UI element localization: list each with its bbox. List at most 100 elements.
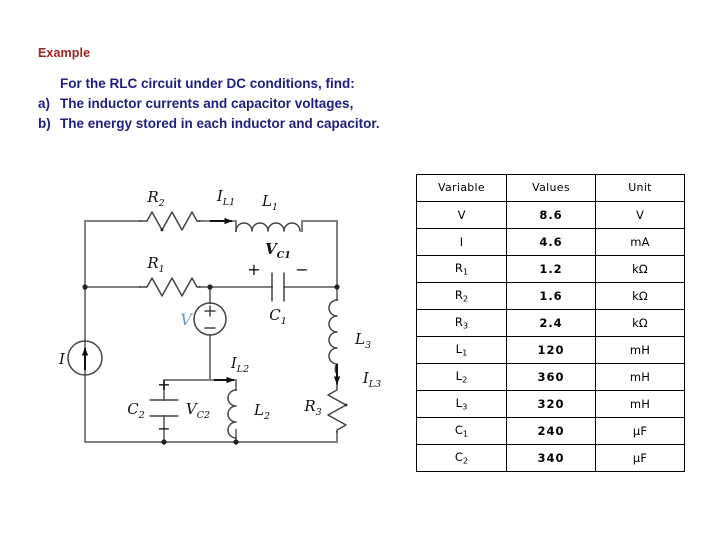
table-row: C1 240 μF <box>416 417 685 445</box>
cell-value: 2.4 <box>506 309 596 337</box>
variable-subscript: 2 <box>462 455 469 466</box>
cell-value: 8.6 <box>506 201 596 229</box>
wire-network <box>84 220 338 443</box>
table-header-row: Variable Values Unit <box>416 174 685 202</box>
resistor-r3 <box>327 383 348 433</box>
resistor-r2 <box>139 211 201 232</box>
problem-item-a: a) The inductor currents and capacitor vo… <box>38 94 380 114</box>
table-row: R3 2.4 kΩ <box>416 309 685 337</box>
label-c1: C1 <box>269 306 287 327</box>
label-r3: R3 <box>303 397 321 418</box>
label-isource: I <box>58 350 66 368</box>
values-table: Variable Values Unit V 8.6 V I 4.6 mA R1 1.2 kΩ R… <box>416 174 685 472</box>
label-r1: R1 <box>146 254 164 275</box>
cell-unit: mH <box>595 363 685 391</box>
cell-unit: mH <box>595 390 685 418</box>
label-il3: IL3 <box>362 369 381 390</box>
values-table-container: Variable Values Unit V 8.6 V I 4.6 mA R1 1.2 kΩ R… <box>416 174 685 472</box>
polarity-plus-c2: + <box>157 375 170 394</box>
cell-variable: L3 <box>416 390 507 418</box>
variable-subscript: 1 <box>462 266 469 277</box>
label-vsource: V <box>180 310 193 329</box>
circuit-schematic-svg: .w { stroke:#808080; stroke-width:2; fil… <box>58 187 381 445</box>
cell-unit: kΩ <box>595 255 685 283</box>
table-row: L2 360 mH <box>416 363 685 391</box>
cell-unit: mH <box>595 336 685 364</box>
cell-value: 320 <box>506 390 596 418</box>
variable-subscript: 2 <box>462 293 469 304</box>
capacitor-c1 <box>271 272 285 302</box>
table-row: L1 120 mH <box>416 336 685 364</box>
polarity-minus-c1: − <box>295 260 308 279</box>
cell-variable: R2 <box>416 282 507 310</box>
label-il1: IL1 <box>216 187 235 208</box>
table-row: R2 1.6 kΩ <box>416 282 685 310</box>
label-vc2: VC2 <box>186 400 210 421</box>
cell-variable: R3 <box>416 309 507 337</box>
cell-unit: V <box>595 201 685 229</box>
label-il2: IL2 <box>230 354 249 375</box>
problem-statement: For the RLC circuit under DC conditions,… <box>38 74 380 134</box>
inductor-l1 <box>235 222 301 232</box>
variable-subscript: 1 <box>462 347 468 358</box>
list-marker: b) <box>38 116 51 131</box>
node-c2-bottom <box>161 439 167 445</box>
inductor-l3 <box>328 299 338 375</box>
variable-subscript: 3 <box>462 320 469 331</box>
cell-unit: kΩ <box>595 309 685 337</box>
page-title: Example <box>38 46 91 60</box>
cell-value: 360 <box>506 363 596 391</box>
variable-subscript: 2 <box>462 374 468 385</box>
cell-value: 240 <box>506 417 596 445</box>
cell-unit: μF <box>595 417 685 445</box>
label-l1: L1 <box>261 192 278 213</box>
column-header-values: Values <box>506 174 596 202</box>
label-l3: L3 <box>354 330 371 351</box>
table-row: V 8.6 V <box>416 201 685 229</box>
table-row: R1 1.2 kΩ <box>416 255 685 283</box>
cell-unit: mA <box>595 228 685 256</box>
cell-variable: L1 <box>416 336 507 364</box>
table-row: C2 340 μF <box>416 444 685 472</box>
cell-variable: C2 <box>416 444 507 472</box>
node-left-mid <box>82 284 88 290</box>
cell-value: 340 <box>506 444 596 472</box>
rlc-circuit-diagram: .w { stroke:#808080; stroke-width:2; fil… <box>40 178 400 470</box>
table-row: I 4.6 mA <box>416 228 685 256</box>
label-r2: R2 <box>146 188 164 209</box>
problem-item-b: b) The energy stored in each inductor and… <box>38 114 380 134</box>
cell-value: 120 <box>506 336 596 364</box>
label-l2: L2 <box>253 401 270 422</box>
cell-variable: V <box>416 201 507 229</box>
table-body: V 8.6 V I 4.6 mA R1 1.2 kΩ R2 1.6 kΩ R3 2.4 kΩ L1 120 mH L… <box>416 201 685 472</box>
table-row: L3 320 mH <box>416 390 685 418</box>
resistor-r1 <box>139 277 201 297</box>
voltage-source-v <box>193 302 227 336</box>
variable-subscript: 3 <box>462 401 468 412</box>
cell-unit: kΩ <box>595 282 685 310</box>
label-c2: C2 <box>127 400 145 421</box>
line-text: The energy stored in each inductor and c… <box>60 116 380 131</box>
inductor-l2 <box>227 389 237 439</box>
list-marker: a) <box>38 96 51 111</box>
line-text: For the RLC circuit under DC conditions,… <box>60 76 355 91</box>
capacitor-c2 <box>149 399 179 417</box>
cell-variable: R1 <box>416 255 507 283</box>
problem-intro-line: For the RLC circuit under DC conditions,… <box>38 74 380 94</box>
node-right-mid <box>334 284 340 290</box>
node-l2-bottom <box>233 439 239 445</box>
cell-variable: L2 <box>416 363 507 391</box>
polarity-minus-c2: − <box>157 419 170 438</box>
polarity-plus-c1: + <box>247 260 260 279</box>
cell-value: 4.6 <box>506 228 596 256</box>
column-header-unit: Unit <box>595 174 685 202</box>
column-header-variable: Variable <box>416 174 507 202</box>
line-text: The inductor currents and capacitor volt… <box>60 96 354 111</box>
cell-variable: I <box>416 228 507 256</box>
node-vsource-top <box>207 284 213 290</box>
cell-unit: μF <box>595 444 685 472</box>
cell-value: 1.2 <box>506 255 596 283</box>
cell-value: 1.6 <box>506 282 596 310</box>
label-vc1: VC1 <box>265 240 291 261</box>
variable-subscript: 1 <box>462 428 469 439</box>
